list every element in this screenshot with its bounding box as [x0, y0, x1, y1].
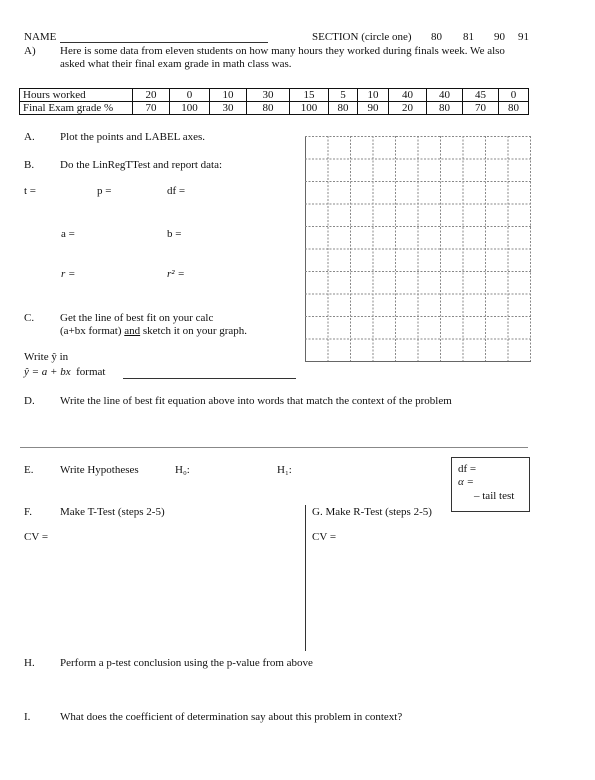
- box-df: df =: [458, 463, 477, 475]
- row-header: Hours worked: [19, 88, 133, 102]
- worksheet-page: NAME SECTION (circle one) 80 81 90 91 A)…: [0, 0, 595, 780]
- data-table: Hours worked 20 0 10 30 15 5 10 40 40 45 0 Final Exa…: [19, 88, 529, 115]
- section-option: 81: [463, 31, 474, 43]
- item-h-label: H.: [24, 657, 35, 669]
- c-text-part: sketch it on your graph.: [140, 325, 248, 337]
- table-cell: 0: [169, 88, 210, 102]
- item-h-text: Perform a p-test conclusion using the p-…: [60, 657, 313, 669]
- item-f-text: Make T-Test (steps 2-5): [60, 506, 165, 518]
- graph-grid: [305, 136, 531, 362]
- divider: [305, 505, 306, 651]
- b-field: b =: [167, 228, 182, 240]
- table-cell: 10: [357, 88, 389, 102]
- table-cell: 10: [209, 88, 247, 102]
- table-cell: 80: [328, 101, 358, 115]
- table-cell: 100: [289, 101, 329, 115]
- p-field: p =: [97, 185, 112, 197]
- item-c-text-2: (a+bx format) and sketch it on your grap…: [60, 325, 247, 338]
- row-header: Final Exam grade %: [19, 101, 133, 115]
- yhat-equation: ŷ = a + bx: [24, 366, 71, 378]
- table-cell: 90: [357, 101, 389, 115]
- table-cell: 80: [498, 101, 529, 115]
- name-blank: [60, 42, 268, 43]
- item-d-text: Write the line of best fit equation abov…: [60, 395, 452, 407]
- cv-left: CV =: [24, 531, 49, 543]
- table-cell: 40: [426, 88, 463, 102]
- table-cell: 5: [328, 88, 358, 102]
- item-i-label: I.: [24, 711, 31, 723]
- item-g-text: G. Make R-Test (steps 2-5): [312, 506, 432, 518]
- table-cell: 30: [209, 101, 247, 115]
- null-hypothesis: H₀:: [175, 464, 190, 476]
- box-alpha: α =: [458, 476, 474, 488]
- section-option: 80: [431, 31, 442, 43]
- table-cell: 70: [132, 101, 170, 115]
- section-option: 90: [494, 31, 505, 43]
- part-a-text: Here is some data from eleven students o…: [60, 45, 505, 57]
- c-text-and: and: [124, 325, 141, 337]
- table-cell: 30: [246, 88, 290, 102]
- table-row: Final Exam grade % 70 100 30 80 100 80 90 20 80 70…: [19, 101, 529, 115]
- item-f-label: F.: [24, 506, 32, 518]
- part-a-label: A): [24, 45, 36, 57]
- write-yhat-format: ŷ = a + bx format: [24, 366, 105, 379]
- table-cell: 80: [426, 101, 463, 115]
- cv-right: CV =: [312, 531, 337, 543]
- section-label: SECTION (circle one): [312, 31, 412, 43]
- table-cell: 0: [498, 88, 529, 102]
- table-cell: 15: [289, 88, 329, 102]
- box-tail-test: – tail test: [474, 490, 515, 502]
- test-info-box: df = α = – tail test: [451, 457, 530, 512]
- item-d-label: D.: [24, 395, 35, 407]
- table-row: Hours worked 20 0 10 30 15 5 10 40 40 45 0: [19, 88, 529, 102]
- item-c-label: C.: [24, 312, 35, 324]
- table-cell: 20: [132, 88, 170, 102]
- part-a-text-2: asked what their final exam grade in mat…: [60, 58, 292, 70]
- item-e-label: E.: [24, 464, 34, 476]
- item-b-label: B.: [24, 159, 35, 171]
- table-cell: 20: [388, 101, 427, 115]
- table-cell: 100: [169, 101, 210, 115]
- table-cell: 80: [246, 101, 290, 115]
- item-a-label: A.: [24, 131, 35, 143]
- table-cell: 70: [462, 101, 499, 115]
- write-yhat-label: Write ŷ in: [24, 351, 69, 363]
- table-cell: 40: [388, 88, 427, 102]
- table-cell: 45: [462, 88, 499, 102]
- item-c-text: Get the line of best fit on your calc: [60, 312, 214, 324]
- answer-line: [20, 447, 528, 448]
- r2-field: r² =: [167, 268, 185, 280]
- alt-hypothesis: H₁:: [277, 464, 292, 476]
- item-e-text: Write Hypotheses: [60, 464, 139, 476]
- df-field: df =: [167, 185, 186, 197]
- name-label: NAME: [24, 31, 57, 43]
- r-field: r =: [61, 268, 76, 280]
- a-field: a =: [61, 228, 75, 240]
- c-text-part: (a+bx format): [60, 325, 125, 337]
- item-b-text: Do the LinRegTTest and report data:: [60, 159, 223, 171]
- equation-blank: [123, 378, 296, 379]
- format-word: format: [76, 366, 106, 378]
- t-field: t =: [24, 185, 37, 197]
- section-option: 91: [518, 31, 529, 43]
- item-a-text: Plot the points and LABEL axes.: [60, 131, 206, 143]
- item-i-text: What does the coefficient of determinati…: [60, 711, 403, 723]
